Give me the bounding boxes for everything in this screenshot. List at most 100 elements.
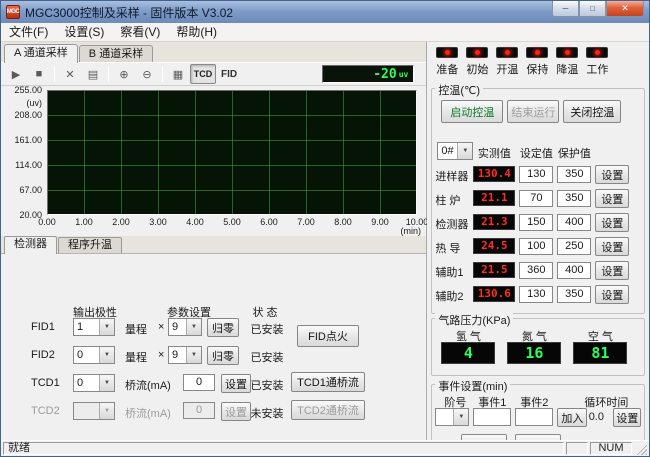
x-axis-unit: (min) [401,226,422,236]
signal-display: -20 uv [322,65,414,83]
column-oven-protect-input[interactable]: 350 [557,190,591,207]
zoom-in-button[interactable]: ⊕ [113,64,135,84]
detector-set-button[interactable]: 设置 [595,213,629,232]
aux1-protect-input[interactable]: 400 [557,262,591,279]
status-led-label: 开温 [496,61,518,77]
clear-button[interactable]: ✕ [59,64,81,84]
injector-protect-input[interactable]: 350 [557,166,591,183]
column-oven-setpoint-input[interactable]: 70 [519,190,553,207]
fid2-polarity-select[interactable]: 0 ▼ [73,346,115,364]
titlebar[interactable]: MGC MGC3000控制及采样 - 固件版本 V3.02 ─ □ ✕ [1,1,649,23]
stop-sampling-button[interactable]: ■ [28,64,50,84]
led-indicator-icon [496,47,518,58]
led-indicator-icon [586,47,608,58]
event-step-select[interactable]: ▼ [435,408,469,426]
aux1-set-button[interactable]: 设置 [595,261,629,280]
clipboard-icon: ▤ [88,68,98,81]
sampling-panel: A 通道采样 B 通道采样 ▶ ■ ✕ ▤ ⊕ ⊖ ▦ TCD FID -20 … [1,42,427,440]
y-tick: 161.00 [14,135,42,145]
cycle-time-set-button[interactable]: 设置 [613,408,641,427]
tcd2-bridge-button: TCD2通桥流 [291,400,365,420]
tab-channel-a[interactable]: A 通道采样 [4,44,78,63]
y-axis-unit: (uv) [27,98,43,108]
resize-grip[interactable] [634,442,647,455]
signal-value: -20 [373,67,396,82]
status-led-label: 保持 [526,61,548,77]
column-header-setpoint: 设定值 [517,145,555,161]
menu-view[interactable]: 察看(V) [112,23,168,41]
minimize-button[interactable]: ─ [552,1,579,17]
tab-temperature-program[interactable]: 程序升温 [58,237,122,253]
num-lock-indicator: NUM [590,442,632,455]
menu-help[interactable]: 帮助(H) [168,23,225,41]
aux2-setpoint-input[interactable]: 130 [519,286,553,303]
event-group-label: 事件设置(min) [435,378,510,394]
x-axis: 0.00 1.00 2.00 3.00 4.00 5.00 6.00 7.00 … [47,217,417,235]
dropdown-arrow-icon: ▼ [186,319,201,335]
detector-panel: 检测器 程序升温 输出极性 参数设置 状 态 FID1 1 ▼ 量程 × [1,236,426,442]
tcd-protect-input[interactable]: 250 [557,238,591,255]
detector-tabs: 检测器 程序升温 [1,236,426,254]
fid1-zero-button[interactable]: 归零 [207,318,239,337]
tcd-toggle-button[interactable]: TCD [190,64,216,84]
menu-file[interactable]: 文件(F) [1,23,56,41]
close-temp-control-button[interactable]: 关闭控温 [563,100,621,123]
signal-unit: uv [399,70,409,79]
menubar: 文件(F) 设置(S) 察看(V) 帮助(H) [1,23,649,42]
end-run-button[interactable]: 结束运行 [507,100,559,123]
statusbar: 就绪 NUM [1,440,649,456]
status-led-label: 降温 [556,61,578,77]
window-controls: ─ □ ✕ [552,1,644,17]
detector-setpoint-input[interactable]: 150 [519,214,553,231]
bridge-current-label: 桥流(mA) [125,405,171,421]
zone-selector[interactable]: 0# ▼ [437,142,473,160]
status-led-working: 工作 [585,47,609,77]
tcd-set-button[interactable]: 设置 [595,237,629,256]
start-sampling-button[interactable]: ▶ [5,64,27,84]
tcd1-polarity-select[interactable]: 0 ▼ [73,374,115,392]
column-header-status: 状 态 [239,304,291,320]
fid1-polarity-select[interactable]: 1 ▼ [73,318,115,336]
close-button[interactable]: ✕ [606,1,644,17]
detector-row-label: TCD2 [31,405,60,417]
bridge-current-label: 桥流(mA) [125,377,171,393]
fid1-range-value: 9 [169,319,186,335]
injector-set-button[interactable]: 设置 [595,165,629,184]
aux1-setpoint-input[interactable]: 360 [519,262,553,279]
copy-button[interactable]: ▤ [82,64,104,84]
status-cell [566,442,588,455]
toolbar-separator [54,66,55,82]
column-oven-set-button[interactable]: 设置 [595,189,629,208]
maximize-button[interactable]: □ [579,1,606,17]
fid-ignite-button[interactable]: FID点火 [297,325,359,347]
fid1-status: 已安装 [245,321,289,337]
fid1-polarity-value: 1 [74,319,99,335]
fid2-range-select[interactable]: 9 ▼ [168,346,202,364]
fid1-range-select[interactable]: 9 ▼ [168,318,202,336]
temp-row-label: 热 导 [435,240,460,256]
zoom-out-button[interactable]: ⊖ [136,64,158,84]
tab-detector[interactable]: 检测器 [4,236,57,254]
event1-input[interactable] [473,408,511,426]
menu-settings[interactable]: 设置(S) [56,23,112,41]
dropdown-arrow-icon: ▼ [99,347,114,363]
injector-setpoint-input[interactable]: 130 [519,166,553,183]
tcd2-status: 未安装 [245,405,289,421]
chromatogram-plot[interactable] [47,90,417,215]
aux2-set-button[interactable]: 设置 [595,285,629,304]
aux2-protect-input[interactable]: 350 [557,286,591,303]
event2-input[interactable] [515,408,553,426]
fid2-zero-button[interactable]: 归零 [207,346,239,365]
dropdown-arrow-icon: ▼ [453,409,468,425]
snapshot-button[interactable]: ▦ [167,64,189,84]
x-tick: 0.00 [38,217,56,227]
tcd1-bridge-input[interactable]: 0 [183,374,215,391]
tcd-setpoint-input[interactable]: 100 [519,238,553,255]
detector-protect-input[interactable]: 400 [557,214,591,231]
tab-channel-b[interactable]: B 通道采样 [79,45,153,62]
detector-measured-display: 21.3 [473,214,515,230]
start-temp-control-button[interactable]: 启动控温 [441,100,503,123]
temp-row-label: 辅助1 [435,264,463,280]
tcd1-bridge-button[interactable]: TCD1通桥流 [291,372,365,392]
toolbar-separator [162,66,163,82]
